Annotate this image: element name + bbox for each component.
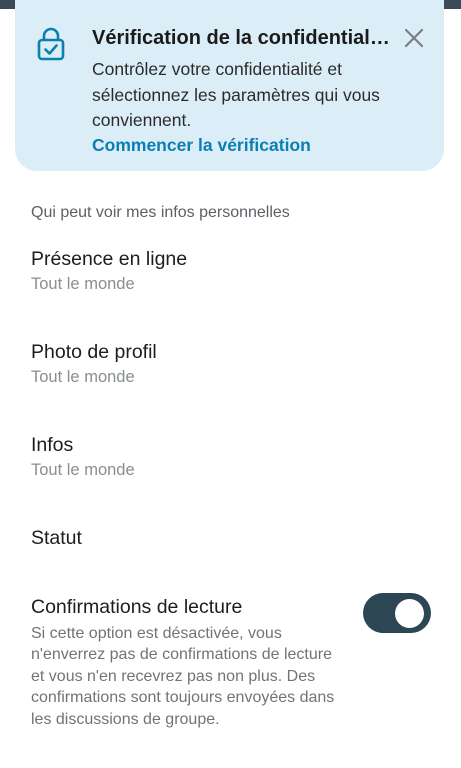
setting-title: Photo de profil [31, 341, 157, 363]
banner-title: Vérification de la confidentialité [92, 27, 392, 49]
close-icon[interactable] [402, 26, 426, 50]
setting-title: Infos [31, 434, 74, 456]
read-receipts-toggle[interactable] [363, 593, 431, 633]
lock-check-icon [36, 26, 66, 62]
setting-online-presence[interactable]: Présence en ligne Tout le monde [31, 247, 431, 295]
toggle-knob [395, 599, 424, 628]
start-checkup-link[interactable]: Commencer la vérification [92, 134, 311, 156]
setting-status[interactable]: Statut [31, 526, 431, 550]
setting-title: Présence en ligne [31, 248, 188, 270]
section-header: Qui peut voir mes infos personnelles [31, 204, 290, 221]
setting-about[interactable]: Infos Tout le monde [31, 433, 431, 481]
banner-description: Contrôlez votre confidentialité et sélec… [92, 59, 380, 130]
read-receipts-description: Si cette option est désactivée, vous n'e… [31, 625, 335, 728]
setting-profile-photo[interactable]: Photo de profil Tout le monde [31, 340, 431, 388]
setting-value: Tout le monde [31, 275, 135, 293]
setting-value: Tout le monde [31, 368, 135, 386]
setting-title: Statut [31, 527, 82, 549]
setting-value: Tout le monde [31, 461, 135, 479]
read-receipts-title: Confirmations de lecture [31, 596, 243, 618]
